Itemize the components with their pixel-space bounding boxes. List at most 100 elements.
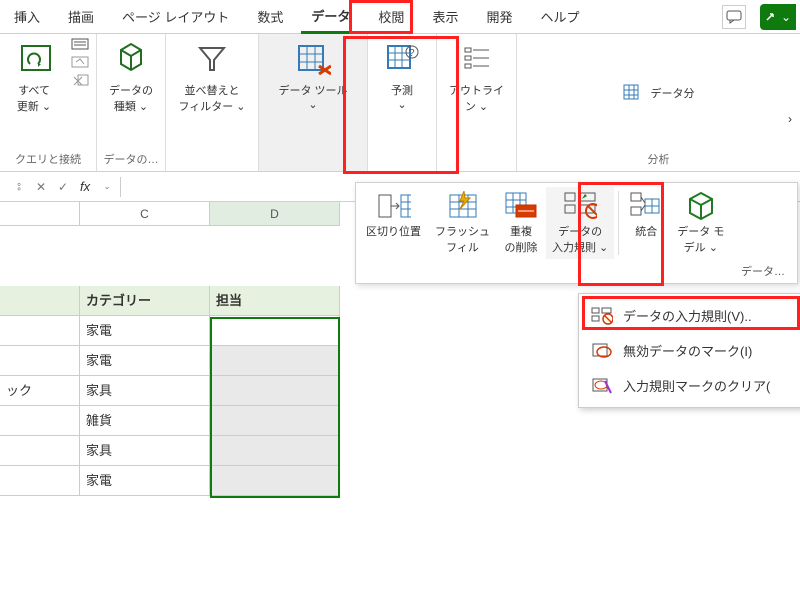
ribbon-group-sortfilter: 並べ替えと フィルター ⌄ [166, 34, 259, 171]
cell-assignee[interactable] [210, 466, 340, 496]
col-header-partial[interactable] [0, 202, 80, 226]
ribbon-group-datatools: データ ツール ⌄ [259, 34, 368, 171]
svg-text:?: ? [409, 48, 415, 59]
data-model-icon [684, 191, 718, 221]
ribbon-group-datatypes: データの 種類 ⌄ データの… [97, 34, 166, 171]
consolidate-icon [629, 191, 663, 221]
cell-category[interactable]: 家具 [80, 376, 210, 406]
data-tools-button[interactable]: データ ツール ⌄ [265, 38, 361, 115]
validation-icon [591, 307, 613, 325]
dd-data-validation[interactable]: データの入力規則(V).. [579, 298, 800, 333]
flash-fill-button[interactable]: フラッシュ フィル [429, 187, 496, 259]
dd-circle-invalid[interactable]: 無効データのマーク(I) [579, 333, 800, 368]
header-cell-partial[interactable] [0, 286, 80, 316]
forecast-label: 予測 ⌄ [391, 82, 413, 111]
confirm-entry-button[interactable]: ✓ [52, 176, 74, 198]
clear-marks-icon [591, 377, 613, 395]
partial-cell[interactable] [0, 436, 80, 466]
cell-category[interactable]: 家電 [80, 466, 210, 496]
partial-cell[interactable]: ック [0, 376, 80, 406]
partial-cell[interactable] [0, 406, 80, 436]
menu-formulas[interactable]: 数式 [247, 1, 293, 32]
partial-cell[interactable] [0, 316, 80, 346]
remove-duplicates-label: 重複 の削除 [505, 223, 538, 255]
col-header-d[interactable]: D [210, 202, 340, 226]
ribbon-group-queries: すべて 更新 ⌄ クエリと接続 [0, 34, 97, 171]
data-types-icon [113, 42, 149, 78]
menu-review[interactable]: 校閲 [368, 1, 414, 32]
text-to-columns-label: 区切り位置 [366, 223, 421, 239]
remove-duplicates-button[interactable]: 重複 の削除 [498, 187, 544, 259]
cell-assignee[interactable] [210, 376, 340, 406]
subribbon-label: データ… [360, 259, 793, 283]
data-model-button[interactable]: データ モ デル ⌄ [671, 187, 730, 259]
refresh-icon [16, 42, 52, 78]
circle-invalid-icon [591, 342, 613, 360]
flash-fill-label: フラッシュ フィル [435, 223, 490, 255]
header-assignee[interactable]: 担当 [210, 286, 340, 316]
data-validation-button[interactable]: データの 入力規則 ⌄ [546, 187, 614, 259]
data-analysis-button[interactable]: データ分 [617, 80, 701, 106]
menu-view[interactable]: 表示 [422, 1, 468, 32]
refresh-all-button[interactable]: すべて 更新 ⌄ [6, 38, 62, 118]
cell-assignee[interactable] [210, 406, 340, 436]
forecast-button[interactable]: ? 予測 ⌄ [374, 38, 430, 115]
connections-side-icons[interactable] [70, 38, 90, 88]
cell-category[interactable]: 家具 [80, 436, 210, 466]
cell-category[interactable]: 雑貨 [80, 406, 210, 436]
dd-data-validation-label: データの入力規則(V).. [623, 306, 752, 325]
sort-filter-button[interactable]: 並べ替えと フィルター ⌄ [172, 38, 252, 118]
menu-page-layout[interactable]: ページ レイアウト [112, 1, 239, 32]
cell-assignee[interactable] [210, 436, 340, 466]
data-types-label: データの 種類 ⌄ [109, 82, 153, 114]
dd-clear-marks[interactable]: 入力規則マークのクリア( [579, 368, 800, 403]
cancel-entry-button[interactable]: ✕ [30, 176, 52, 198]
partial-cell[interactable] [0, 466, 80, 496]
fx-dropdown[interactable]: ⌄ [96, 176, 118, 198]
cell-category[interactable]: 家電 [80, 346, 210, 376]
group-label-datatypes: データの… [104, 147, 159, 171]
menu-developer[interactable]: 開発 [476, 1, 522, 32]
comments-icon[interactable] [722, 5, 746, 29]
dd-circle-invalid-label: 無効データのマーク(I) [623, 341, 752, 360]
namebox-expander[interactable]: ⦂ [8, 176, 30, 198]
menu-data[interactable]: データ [301, 0, 360, 34]
data-tools-icon [295, 42, 331, 78]
header-category[interactable]: カテゴリー [80, 286, 210, 316]
consolidate-button[interactable]: 統合 [623, 187, 669, 259]
menu-help[interactable]: ヘルプ [530, 1, 589, 32]
data-types-button[interactable]: データの 種類 ⌄ [103, 38, 159, 118]
outline-icon [459, 42, 495, 78]
data-validation-label: データの 入力規則 ⌄ [552, 223, 608, 255]
menu-insert[interactable]: 挿入 [4, 1, 50, 32]
data-validation-dropdown: データの入力規則(V).. 無効データのマーク(I) 入力規則マークのクリア( [578, 293, 800, 408]
remove-duplicates-icon [504, 191, 538, 221]
cell-assignee[interactable] [210, 316, 340, 346]
text-to-columns-icon [377, 191, 411, 221]
data-analysis-label: データ分 [651, 85, 695, 101]
share-button[interactable]: ⌄ [760, 4, 796, 30]
filter-icon [194, 42, 230, 78]
data-analysis-icon [623, 84, 645, 102]
consolidate-label: 統合 [635, 223, 657, 239]
col-header-c[interactable]: C [80, 202, 210, 226]
group-label-analysis: 分析 [648, 147, 670, 171]
data-tools-label: データ ツール ⌄ [278, 82, 347, 111]
partial-cell[interactable] [0, 346, 80, 376]
cell-assignee[interactable] [210, 346, 340, 376]
menu-draw[interactable]: 描画 [58, 1, 104, 32]
outline-button[interactable]: アウトライ ン ⌄ [443, 38, 510, 118]
text-to-columns-button[interactable]: 区切り位置 [360, 187, 427, 259]
refresh-all-label: すべて 更新 ⌄ [17, 82, 51, 114]
fx-button[interactable]: fx [74, 179, 96, 194]
ribbon-overflow-chevron[interactable]: › [788, 112, 792, 126]
group-label-queries: クエリと接続 [15, 147, 81, 171]
cell-category[interactable]: 家電 [80, 316, 210, 346]
ribbon-group-outline: アウトライ ン ⌄ [437, 34, 517, 171]
datatools-subribbon: 区切り位置 フラッシュ フィル 重複 の削除 データの 入力規則 ⌄ [355, 182, 798, 284]
outline-label: アウトライ ン ⌄ [449, 82, 504, 114]
data-validation-icon [563, 191, 597, 221]
dd-clear-marks-label: 入力規則マークのクリア( [623, 376, 770, 395]
data-model-label: データ モ デル ⌄ [677, 223, 724, 255]
sort-filter-label: 並べ替えと フィルター ⌄ [178, 82, 245, 114]
